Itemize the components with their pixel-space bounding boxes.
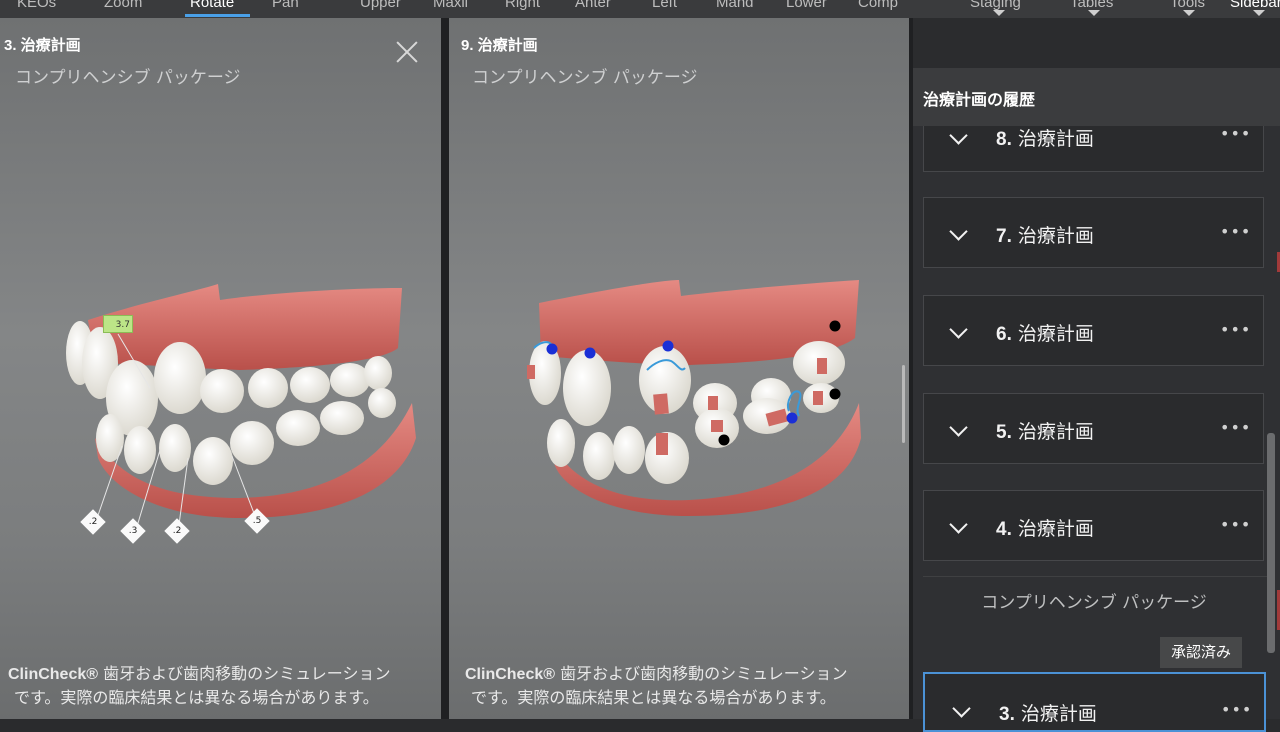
resize-handle[interactable]: [902, 365, 905, 443]
chevron-down-icon[interactable]: [949, 418, 968, 437]
toolbar-keos[interactable]: KEOs: [17, 0, 56, 12]
more-options-icon[interactable]: •••: [1220, 515, 1251, 534]
more-options-icon[interactable]: •••: [1220, 320, 1251, 339]
toolbar-mand[interactable]: Mand: [716, 0, 754, 12]
tooth-marker-label: .3: [128, 526, 138, 536]
viewer-panel-left[interactable]: 3. 治療計画 コンプリヘンシブ パッケージ 3.7 .2 .3 .2 .5 C…: [0, 18, 441, 719]
sidebar-scrollbar[interactable]: [1267, 433, 1275, 653]
toolbar-anter[interactable]: Anter: [575, 0, 611, 12]
approved-badge: 承認済み: [1160, 637, 1242, 668]
chevron-down-icon[interactable]: [949, 515, 968, 534]
more-options-icon[interactable]: •••: [1220, 418, 1251, 437]
toolbar-lower[interactable]: Lower: [786, 0, 827, 12]
toolbar-right[interactable]: Right: [505, 0, 540, 12]
plan-card-label: 3. 治療計画: [999, 703, 1097, 725]
plan-card-label: 6. 治療計画: [996, 323, 1094, 345]
plan-card[interactable]: 7. 治療計画 •••: [923, 197, 1264, 268]
toolbar-maxil[interactable]: Maxil: [433, 0, 468, 12]
history-title: 治療計画の履歴: [923, 90, 1036, 109]
toolbar-pan[interactable]: Pan: [272, 0, 299, 12]
tooth-marker-label: .5: [252, 516, 262, 526]
toolbar-zoom[interactable]: Zoom: [104, 0, 142, 12]
chevron-down-icon[interactable]: [949, 320, 968, 339]
more-options-icon[interactable]: •••: [1220, 222, 1251, 241]
plan-card-label: 4. 治療計画: [996, 518, 1094, 540]
disclaimer-brand: ClinCheck®: [8, 666, 99, 683]
chevron-down-icon[interactable]: [949, 222, 968, 241]
toolbar-rotate[interactable]: Rotate: [190, 0, 234, 12]
sidebar-top: [913, 18, 1280, 68]
disclaimer: ClinCheck® 歯牙および歯肉移動のシミュレーション です。実際の臨床結果…: [465, 662, 895, 709]
viewer-panel-right[interactable]: 9. 治療計画 コンプリヘンシブ パッケージ ClinCheck® 歯牙および歯…: [449, 18, 909, 719]
chevron-down-icon[interactable]: [952, 699, 971, 718]
staging-caret-icon[interactable]: [993, 10, 1005, 16]
disclaimer-line2: です。実際の臨床結果とは異なる場合があります。: [14, 688, 379, 707]
plan-card[interactable]: 8. 治療計画 •••: [923, 124, 1264, 172]
plan-card[interactable]: 4. 治療計画 •••: [923, 490, 1264, 561]
active-tab-underline: [185, 14, 250, 17]
tables-caret-icon[interactable]: [1088, 10, 1100, 16]
toolbar-comp[interactable]: Comp: [858, 0, 898, 12]
tools-caret-icon[interactable]: [1183, 10, 1195, 16]
plan-card-label: 5. 治療計画: [996, 421, 1094, 443]
top-toolbar: KEOs Zoom Rotate Pan Upper Maxil Right A…: [0, 0, 1280, 18]
tooth-marker-label: .2: [88, 517, 98, 527]
plan-card-label: 8. 治療計画: [996, 128, 1094, 150]
disclaimer-line1: 歯牙および歯肉移動のシミュレーション: [555, 664, 848, 683]
chevron-down-icon[interactable]: [949, 126, 968, 145]
tooth-measure-label[interactable]: 3.7: [103, 315, 133, 333]
more-options-icon[interactable]: •••: [1220, 124, 1251, 143]
more-options-icon[interactable]: •••: [1221, 700, 1252, 719]
sidebar-caret-icon[interactable]: [1253, 10, 1265, 16]
teeth-model-3d[interactable]: [0, 18, 441, 638]
package-label: コンプリヘンシブ パッケージ: [981, 593, 1207, 613]
tooth-marker-label: .2: [172, 526, 182, 536]
history-header: 治療計画の履歴: [913, 68, 1280, 126]
toolbar-upper[interactable]: Upper: [360, 0, 401, 12]
panel-divider[interactable]: [441, 18, 449, 719]
toolbar-left[interactable]: Left: [652, 0, 677, 12]
plan-card[interactable]: 5. 治療計画 •••: [923, 393, 1264, 464]
disclaimer-line2: です。実際の臨床結果とは異なる場合があります。: [471, 688, 836, 707]
plan-card-label: 7. 治療計画: [996, 225, 1094, 247]
divider: [923, 576, 1267, 577]
disclaimer-brand: ClinCheck®: [465, 666, 556, 683]
plan-card-selected[interactable]: 3. 治療計画 •••: [923, 672, 1266, 732]
teeth-model-3d[interactable]: [449, 18, 909, 638]
disclaimer: ClinCheck® 歯牙および歯肉移動のシミュレーション です。実際の臨床結果…: [8, 662, 438, 709]
disclaimer-line1: 歯牙および歯肉移動のシミュレーション: [98, 664, 391, 683]
plan-card[interactable]: 6. 治療計画 •••: [923, 295, 1264, 366]
